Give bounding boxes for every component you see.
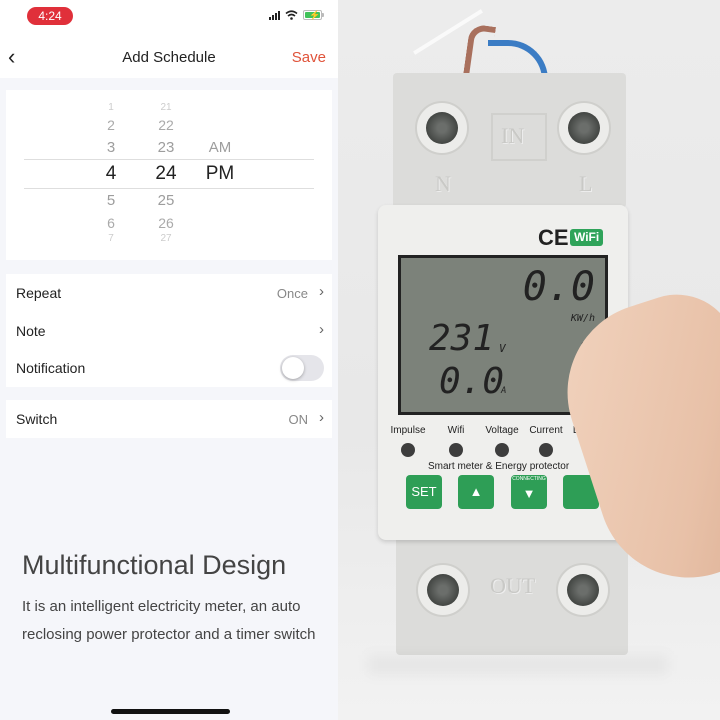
switch-row[interactable]: Switch ON › xyxy=(6,400,332,438)
brand-text: Smart meter & Energy protector xyxy=(428,461,570,472)
picker-divider-top xyxy=(24,159,314,160)
hour-selected[interactable]: 4 xyxy=(106,163,117,185)
settings-group: Repeat Once › Note › Notification xyxy=(6,274,332,387)
in-label: IN xyxy=(501,123,525,148)
hour-option[interactable]: 7 xyxy=(108,233,114,244)
up-button[interactable]: ▲ xyxy=(458,475,494,509)
floor-shadow xyxy=(368,655,668,675)
save-button[interactable]: Save xyxy=(292,49,326,66)
signal-icon xyxy=(269,10,280,20)
repeat-row[interactable]: Repeat Once › xyxy=(6,274,332,312)
switch-value: ON xyxy=(288,412,309,427)
repeat-label: Repeat xyxy=(16,285,62,301)
screw-icon xyxy=(415,101,469,155)
indicator-led xyxy=(495,443,509,457)
promo-line-2: reclosing power protector and a timer sw… xyxy=(22,626,316,643)
lcd-voltage-unit: V xyxy=(499,342,506,355)
minute-option[interactable]: 26 xyxy=(158,215,174,231)
note-label: Note xyxy=(16,322,46,339)
minute-option[interactable]: 23 xyxy=(158,139,175,156)
minute-option[interactable]: 25 xyxy=(158,192,175,209)
hour-option[interactable]: 2 xyxy=(107,117,115,133)
connecting-caption: CONNECTING xyxy=(512,476,546,482)
lcd-energy: 0.0 xyxy=(522,264,595,310)
down-arrow-icon: ▼ xyxy=(522,486,536,501)
picker-divider-bottom xyxy=(24,188,314,189)
hour-option[interactable]: 1 xyxy=(108,102,114,113)
indicator-led xyxy=(449,443,463,457)
indicator-label-current: Current xyxy=(529,425,563,436)
minute-option[interactable]: 22 xyxy=(158,117,174,133)
chevron-right-icon: › xyxy=(319,409,324,426)
notification-toggle[interactable] xyxy=(280,355,324,381)
terminal-l-label: L xyxy=(579,171,593,196)
period-option[interactable]: AM xyxy=(209,139,232,156)
status-bar: 4:24 ⚡ xyxy=(0,0,338,36)
wifi-badge: WiFi xyxy=(570,229,604,246)
repeat-value: Once xyxy=(276,286,308,301)
phone-screen: 4:24 ⚡ ‹ Add Schedule Save 1 2 3 4 5 6 7… xyxy=(0,0,338,720)
status-time: 4:24 xyxy=(27,7,73,25)
hour-option[interactable]: 3 xyxy=(107,139,115,156)
screw-icon xyxy=(557,101,611,155)
indicator-led xyxy=(401,443,415,457)
time-picker[interactable]: 1 2 3 4 5 6 7 21 22 23 24 25 26 27 AM PM xyxy=(6,90,332,260)
out-label: OUT xyxy=(490,573,536,598)
switch-group: Switch ON › xyxy=(6,400,332,438)
chevron-right-icon: › xyxy=(319,283,324,300)
wifi-icon xyxy=(285,10,298,20)
screw-icon xyxy=(556,563,610,617)
ce-mark: CE xyxy=(538,225,569,250)
promo-line-1: It is an intelligent electricity meter, … xyxy=(22,598,301,615)
promo-heading: Multifunctional Design xyxy=(22,550,287,580)
screw-icon xyxy=(416,563,470,617)
nav-bar: ‹ Add Schedule Save xyxy=(0,36,338,78)
home-indicator[interactable] xyxy=(111,709,230,714)
page-title: Add Schedule xyxy=(122,49,216,66)
promo-description: It is an intelligent electricity meter, … xyxy=(22,593,315,649)
indicator-label-wifi: Wifi xyxy=(447,425,465,436)
indicator-label-impulse: Impulse xyxy=(390,425,426,436)
period-selected[interactable]: PM xyxy=(206,163,235,185)
terminal-n-label: N xyxy=(435,171,451,196)
status-icons: ⚡ xyxy=(269,10,324,20)
note-row[interactable]: Note › xyxy=(6,312,332,350)
lcd-energy-unit: KW/h xyxy=(570,313,595,324)
minute-selected[interactable]: 24 xyxy=(155,163,176,185)
lcd-current: 0.0 xyxy=(439,361,505,402)
indicator-label-voltage: Voltage xyxy=(485,425,519,436)
minute-option[interactable]: 21 xyxy=(160,102,171,113)
toggle-knob xyxy=(282,357,304,379)
minute-option[interactable]: 27 xyxy=(160,233,171,244)
notification-row: Notification xyxy=(6,349,332,387)
device-input-terminal: IN N L xyxy=(393,73,626,208)
chevron-right-icon: › xyxy=(319,320,324,338)
battery-charging-icon: ⚡ xyxy=(303,10,324,20)
indicator-led xyxy=(539,443,553,457)
down-button[interactable]: CONNECTING ▼ xyxy=(511,475,547,509)
product-photo: IN N L OUT CE WiFi 0.0 KW/h 231 V mA 0.0… xyxy=(338,0,720,720)
notification-label: Notification xyxy=(16,360,86,376)
hour-option[interactable]: 6 xyxy=(107,215,115,231)
hour-option[interactable]: 5 xyxy=(107,192,115,209)
lcd-current-unit: A xyxy=(501,386,507,396)
lcd-voltage: 231 xyxy=(429,318,495,359)
device-output-terminal: OUT xyxy=(396,535,628,655)
switch-label: Switch xyxy=(16,411,58,427)
set-button[interactable]: SET xyxy=(406,475,442,509)
